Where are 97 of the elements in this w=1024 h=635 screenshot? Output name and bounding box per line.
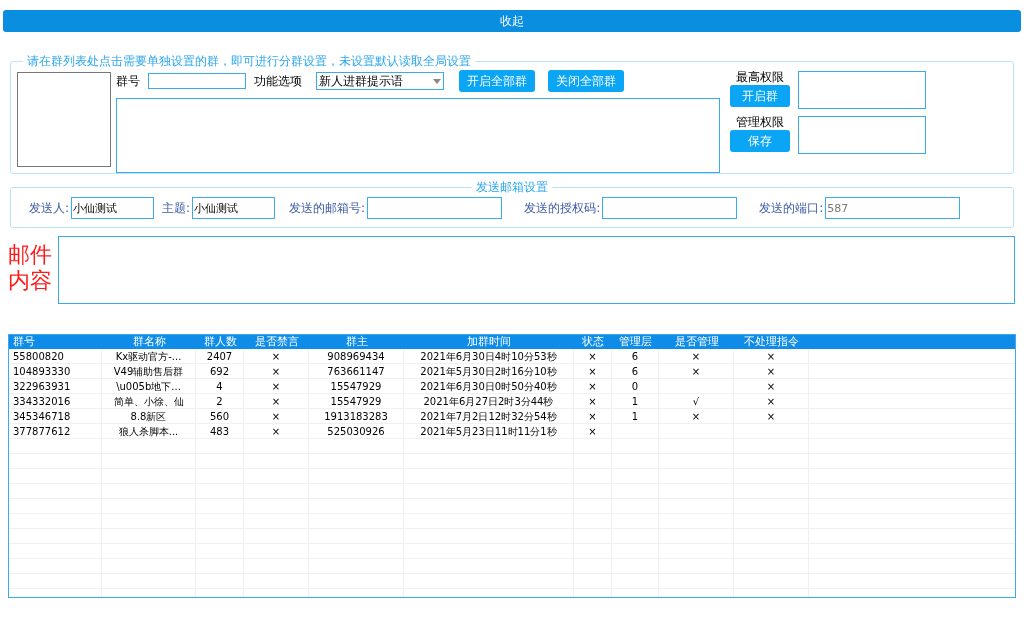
table-cell: 8.8新区 bbox=[130, 411, 167, 422]
table-cell: 483 bbox=[209, 426, 230, 437]
table-cell: 15547929 bbox=[330, 381, 382, 392]
table-cell: 525030926 bbox=[327, 426, 385, 437]
table-cell: 狼人杀脚本... bbox=[118, 426, 179, 437]
field-label: 发送人: bbox=[29, 200, 70, 217]
table-cell: 1 bbox=[631, 411, 639, 422]
column-header[interactable]: 群主 bbox=[309, 335, 404, 349]
table-cell: 377877612 bbox=[13, 426, 71, 437]
table-cell: 345346718 bbox=[13, 411, 71, 422]
group-list-box[interactable] bbox=[17, 72, 111, 167]
mail-field[interactable] bbox=[367, 197, 503, 219]
permission-label: 最高权限 bbox=[736, 70, 784, 84]
column-header[interactable]: 是否禁言 bbox=[244, 335, 309, 349]
table-cell: 1913183283 bbox=[324, 411, 388, 422]
group-number-field[interactable] bbox=[148, 73, 246, 89]
action-button[interactable]: 开启群 bbox=[730, 85, 790, 107]
table-cell: × bbox=[588, 366, 597, 377]
column-header[interactable]: 是否管理 bbox=[659, 335, 734, 349]
field-label: 主题: bbox=[162, 200, 191, 217]
column-header[interactable]: 加群时间 bbox=[404, 335, 574, 349]
table-cell: 2021年7月2日12时32分54秒 bbox=[420, 411, 557, 422]
table-cell: × bbox=[588, 396, 597, 407]
mail-field[interactable]: 小仙测试 bbox=[192, 197, 276, 219]
table-cell: 2021年5月23日11时11分1秒 bbox=[420, 426, 557, 437]
table-cell: × bbox=[271, 411, 281, 422]
table-cell: × bbox=[271, 426, 281, 437]
field-label: 发送的邮箱号: bbox=[289, 200, 366, 217]
table-cell: √ bbox=[692, 396, 700, 407]
panel-legend: 请在群列表处点击需要单独设置的群，即可进行分群设置，未设置默认读取全局设置 bbox=[23, 52, 475, 70]
action-button[interactable]: 关闭全部群 bbox=[548, 70, 624, 92]
mail-content-field[interactable] bbox=[58, 236, 1015, 304]
message-text-area[interactable] bbox=[116, 98, 720, 173]
table-cell: 908969434 bbox=[327, 351, 385, 362]
table-cell: × bbox=[271, 351, 281, 362]
table-cell: × bbox=[766, 396, 776, 407]
mail-field[interactable]: 587 bbox=[825, 197, 961, 219]
table-cell: 0 bbox=[631, 381, 639, 392]
table-cell: 2407 bbox=[206, 351, 233, 362]
table-cell: 6 bbox=[631, 366, 639, 377]
table-cell: 6 bbox=[631, 351, 639, 362]
table-cell: 2021年6月30日4时10分53秒 bbox=[420, 351, 557, 362]
action-button[interactable]: 保存 bbox=[730, 130, 790, 152]
table-cell: × bbox=[691, 351, 701, 362]
table-cell: 2 bbox=[216, 396, 223, 407]
table-cell: × bbox=[766, 366, 776, 377]
table-cell: 2021年6月30日0时50分40秒 bbox=[420, 381, 557, 392]
table-cell: 55800820 bbox=[13, 351, 64, 362]
field-label: 发送的端口: bbox=[759, 200, 824, 217]
permission-field[interactable] bbox=[798, 116, 926, 154]
table-cell: × bbox=[271, 396, 281, 407]
permission-label: 管理权限 bbox=[736, 115, 784, 129]
mail-content-label: 内容 bbox=[8, 268, 52, 294]
table-cell: × bbox=[691, 366, 701, 377]
table-cell: 2021年5月30日2时16分10秒 bbox=[420, 366, 557, 377]
column-header[interactable]: 群号 bbox=[9, 335, 102, 349]
dropdown-arrow-icon bbox=[433, 78, 441, 84]
table-cell: 334332016 bbox=[13, 396, 71, 407]
column-header[interactable]: 状态 bbox=[574, 335, 612, 349]
column-header[interactable]: 群名称 bbox=[102, 335, 196, 349]
column-header[interactable]: 群人数 bbox=[196, 335, 244, 349]
field-label: 发送的授权码: bbox=[524, 200, 601, 217]
table-cell: \u005b地下... bbox=[116, 381, 181, 392]
table-cell: × bbox=[588, 351, 597, 362]
table-cell: Kx驱动官方-... bbox=[115, 351, 182, 362]
table-cell: 763661147 bbox=[327, 366, 385, 377]
table-cell: × bbox=[766, 381, 776, 392]
mail-field[interactable]: 小仙测试 bbox=[71, 197, 155, 219]
table-cell: 560 bbox=[209, 411, 230, 422]
group-number-label: 群号 bbox=[116, 73, 140, 90]
table-cell: × bbox=[271, 366, 281, 377]
action-button[interactable]: 开启全部群 bbox=[459, 70, 535, 92]
table-cell: 1 bbox=[631, 396, 639, 407]
panel-legend: 发送邮箱设置 bbox=[472, 178, 552, 196]
table-cell: 15547929 bbox=[330, 396, 382, 407]
column-header[interactable]: 不处理指令 bbox=[734, 335, 809, 349]
table-cell: × bbox=[588, 381, 597, 392]
table-cell: × bbox=[588, 411, 597, 422]
table-cell: 4 bbox=[216, 381, 223, 392]
column-header[interactable]: 管理层 bbox=[612, 335, 659, 349]
function-dropdown[interactable]: 新人进群提示语 bbox=[316, 72, 444, 90]
mail-field[interactable] bbox=[602, 197, 738, 219]
table-cell: × bbox=[766, 411, 776, 422]
table-cell: × bbox=[766, 351, 776, 362]
table-cell: × bbox=[588, 426, 597, 437]
table-cell: 简单、小徐、仙 bbox=[113, 396, 184, 407]
table-cell: 692 bbox=[209, 366, 230, 377]
permission-field[interactable] bbox=[798, 71, 926, 109]
table-cell: V49辅助售后群 bbox=[113, 366, 184, 377]
table-cell: × bbox=[271, 381, 281, 392]
table-cell: 322963931 bbox=[13, 381, 71, 392]
function-label: 功能选项 bbox=[254, 73, 302, 90]
table-cell: × bbox=[691, 411, 701, 422]
table-cell: 2021年6月27日2时3分44秒 bbox=[423, 396, 554, 407]
table-cell: 104893330 bbox=[13, 366, 71, 377]
mail-content-label: 邮件 bbox=[8, 242, 52, 268]
collapse-button[interactable]: 收起 bbox=[3, 10, 1021, 32]
